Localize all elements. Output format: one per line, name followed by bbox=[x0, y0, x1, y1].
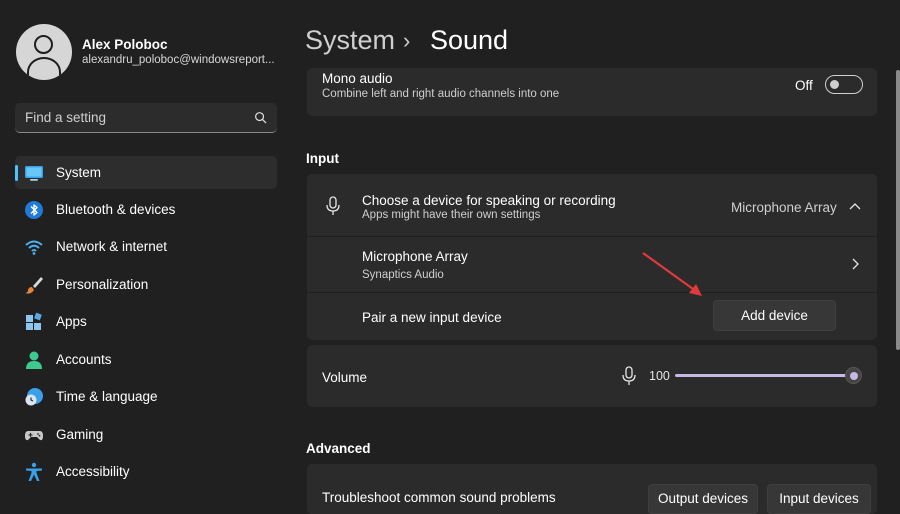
active-indicator bbox=[15, 165, 18, 181]
chooser-title: Choose a device for speaking or recordin… bbox=[362, 193, 616, 208]
volume-label: Volume bbox=[322, 370, 368, 385]
search-placeholder: Find a setting bbox=[25, 110, 107, 125]
chevron-up-icon[interactable] bbox=[849, 202, 861, 210]
system-monitor-icon bbox=[25, 166, 43, 181]
breadcrumb-separator: › bbox=[403, 28, 411, 53]
user-name: Alex Poloboc bbox=[82, 37, 168, 52]
sidebar-item-bluetooth[interactable]: Bluetooth & devices bbox=[15, 193, 277, 226]
bluetooth-icon bbox=[25, 201, 43, 219]
avatar-body-shape bbox=[27, 57, 61, 80]
search-icon[interactable] bbox=[254, 111, 267, 124]
apps-icon bbox=[26, 312, 42, 330]
sidebar-item-network[interactable]: Network & internet bbox=[15, 230, 277, 263]
page-title: Sound bbox=[430, 25, 509, 55]
chooser-selected-value: Microphone Array bbox=[731, 200, 837, 215]
output-devices-button[interactable]: Output devices bbox=[648, 484, 758, 514]
chooser-subtitle: Apps might have their own settings bbox=[362, 209, 541, 221]
sidebar-item-gaming[interactable]: Gaming bbox=[15, 418, 277, 451]
sidebar-item-time-language[interactable]: Time & language bbox=[15, 380, 277, 413]
sidebar-item-accounts[interactable]: Accounts bbox=[15, 343, 277, 376]
user-email: alexandru_poloboc@windowsreport... bbox=[82, 54, 275, 66]
scrollbar[interactable] bbox=[896, 70, 900, 350]
wifi-icon bbox=[25, 240, 43, 255]
sidebar-item-label: Accounts bbox=[56, 352, 112, 367]
mono-audio-toggle[interactable] bbox=[825, 75, 863, 94]
clock-globe-icon bbox=[25, 388, 43, 406]
divider bbox=[307, 236, 877, 237]
volume-slider-track[interactable] bbox=[675, 374, 855, 377]
chevron-right-icon[interactable] bbox=[851, 258, 859, 270]
avatar[interactable] bbox=[16, 24, 72, 80]
sidebar-item-label: Bluetooth & devices bbox=[56, 202, 176, 217]
slider-thumb-dot bbox=[849, 371, 858, 380]
sidebar-item-accessibility[interactable]: Accessibility bbox=[15, 455, 277, 488]
sidebar-item-label: Time & language bbox=[56, 389, 158, 404]
mono-audio-state: Off bbox=[795, 78, 813, 93]
add-device-button[interactable]: Add device bbox=[713, 300, 836, 331]
sidebar-item-label: Accessibility bbox=[56, 464, 130, 479]
sidebar-item-label: Apps bbox=[56, 314, 87, 329]
person-icon bbox=[26, 351, 42, 369]
volume-slider-thumb[interactable] bbox=[845, 367, 862, 384]
divider bbox=[307, 292, 877, 293]
advanced-section-heading: Advanced bbox=[306, 441, 371, 456]
sidebar-item-personalization[interactable]: Personalization bbox=[15, 268, 277, 301]
breadcrumb-parent[interactable]: System bbox=[305, 25, 395, 56]
microphone-icon[interactable] bbox=[622, 366, 636, 386]
sidebar-item-label: System bbox=[56, 165, 102, 180]
troubleshoot-title: Troubleshoot common sound problems bbox=[322, 490, 556, 505]
microphone-icon bbox=[326, 196, 340, 215]
search-input[interactable]: Find a setting bbox=[15, 103, 277, 133]
annotation-arrow bbox=[642, 252, 702, 296]
sidebar-item-label: Gaming bbox=[56, 427, 104, 442]
sidebar-item-apps[interactable]: Apps bbox=[15, 305, 277, 338]
input-devices-button[interactable]: Input devices bbox=[767, 484, 871, 514]
sidebar-item-system[interactable]: System bbox=[15, 156, 277, 189]
input-section-heading: Input bbox=[306, 151, 339, 166]
toggle-knob bbox=[830, 79, 839, 89]
sidebar-item-label: Personalization bbox=[56, 277, 149, 292]
mono-audio-subtitle: Combine left and right audio channels in… bbox=[322, 88, 560, 100]
pair-device-label: Pair a new input device bbox=[362, 310, 502, 325]
device-driver: Synaptics Audio bbox=[362, 269, 444, 281]
sidebar-item-label: Network & internet bbox=[56, 239, 168, 254]
device-name: Microphone Array bbox=[362, 249, 468, 264]
accessibility-icon bbox=[26, 462, 42, 481]
gamepad-icon bbox=[25, 431, 43, 441]
volume-value: 100 bbox=[649, 369, 670, 383]
mono-audio-title: Mono audio bbox=[322, 71, 393, 86]
avatar-head-shape bbox=[34, 35, 53, 54]
paintbrush-icon bbox=[25, 277, 43, 294]
